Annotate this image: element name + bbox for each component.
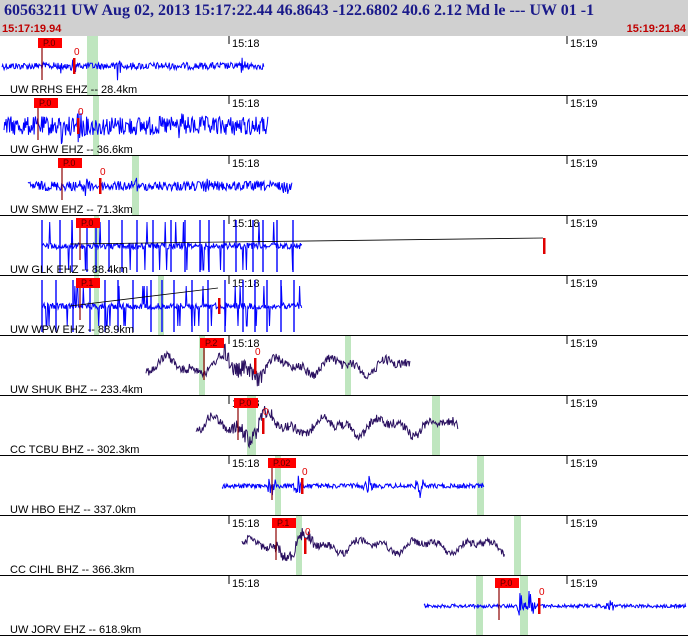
minute-label: 15:19 (570, 38, 598, 50)
channel-row[interactable]: 15:18 15:19P.1UW WPW EHZ -- 88.9km (0, 276, 688, 336)
channel-row[interactable]: 15:18 15:19 P.0 0 UW SMW EHZ -- 71.3km (0, 156, 688, 216)
channel-row[interactable]: 15:1815:19P.00CC TCBU BHZ -- 302.3km (0, 396, 688, 456)
amplitude-pick-tick[interactable] (538, 598, 541, 614)
phase-pick-label: P.0 (500, 578, 512, 588)
amplitude-pick-marker: 0 (302, 467, 308, 478)
minute-label: 15:18 (232, 98, 260, 110)
minute-label: 15:18 (232, 38, 260, 50)
amplitude-pick-tick[interactable] (77, 118, 80, 134)
window-end-time: 15:19:21.84 (626, 23, 686, 35)
window-start-time: 15:17:19.94 (2, 23, 62, 35)
channel-row[interactable]: 15:18 15:19 P.0 0 UW GHW EHZ -- 36.6km (0, 96, 688, 156)
station-label: UW RRHS EHZ -- 28.4km (10, 84, 137, 96)
phase-pick-label: P.0 (43, 38, 55, 48)
minute-label: 15:19 (570, 458, 598, 470)
minute-label: 15:19 (570, 578, 598, 590)
amplitude-pick-marker: 0 (255, 347, 261, 358)
amplitude-pick-tick[interactable] (262, 418, 265, 434)
minute-label: 15:18 (232, 458, 260, 470)
phase-pick-label: P.0 (81, 218, 93, 228)
amplitude-pick-tick[interactable] (73, 58, 76, 74)
amplitude-pick-tick[interactable] (99, 178, 102, 194)
amplitude-pick-tick[interactable] (254, 358, 257, 374)
station-label: UW SMW EHZ -- 71.3km (10, 204, 133, 216)
waveform-trace (41, 285, 303, 327)
station-label: UW WPW EHZ -- 88.9km (10, 324, 134, 336)
minute-label: 15:19 (570, 218, 598, 230)
amplitude-pick-marker: 0 (305, 527, 311, 538)
minute-label: 15:19 (570, 518, 598, 530)
station-label: CC CIHL BHZ -- 366.3km (10, 564, 134, 576)
waveform-trace (3, 110, 269, 144)
minute-label: 15:19 (570, 338, 598, 350)
station-label: CC TCBU BHZ -- 302.3km (10, 444, 139, 456)
waveform-trace (1, 57, 265, 81)
seismogram-viewer: 60563211 UW Aug 02, 2013 15:17:22.44 46.… (0, 0, 688, 638)
event-header: 60563211 UW Aug 02, 2013 15:17:22.44 46.… (0, 0, 688, 36)
channel-row[interactable]: 15:18 15:19 P.0 0 UW JORV EHZ -- 618.9km (0, 576, 688, 636)
phase-pick-label: P.1 (81, 278, 93, 288)
pick-window-band (514, 516, 521, 576)
waveform-trace (145, 343, 411, 387)
amplitude-pick-marker: 0 (100, 167, 106, 178)
waveform-trace (241, 528, 505, 562)
channel-row[interactable]: 15:18 15:19 P.1 0 CC CIHL BHZ -- 366.3km (0, 516, 688, 576)
minute-label: 15:18 (232, 578, 260, 590)
amplitude-pick-marker: 0 (539, 587, 545, 598)
minute-label: 15:18 (232, 158, 260, 170)
amplitude-connector (69, 237, 544, 245)
station-label: UW GLK EHZ -- 88.4km (10, 264, 128, 276)
phase-pick-label: P.0 (63, 158, 75, 168)
station-label: UW JORV EHZ -- 618.9km (10, 624, 141, 636)
event-summary-title: 60563211 UW Aug 02, 2013 15:17:22.44 46.… (4, 2, 595, 19)
station-label: UW GHW EHZ -- 36.6km (10, 144, 133, 156)
minute-label: 15:19 (570, 278, 598, 290)
waveform-trace (423, 590, 687, 616)
amplitude-pick-marker: 0 (78, 107, 84, 118)
pick-window-band (432, 396, 440, 456)
station-label: UW HBO EHZ -- 337.0km (10, 504, 136, 516)
waveform-trace (221, 475, 485, 498)
channel-row[interactable]: 15:18 15:19P.0UW GLK EHZ -- 88.4km (0, 216, 688, 276)
amplitude-pick-tick[interactable] (304, 538, 307, 554)
amplitude-pick-tick[interactable] (218, 298, 221, 314)
waveform-trace (27, 177, 293, 197)
amplitude-pick-tick[interactable] (543, 238, 546, 254)
phase-pick-label: P.1 (277, 518, 289, 528)
minute-label: 15:19 (570, 398, 598, 410)
channel-row[interactable]: 15:18 15:19P.20UW SHUK BHZ -- 233.4km (0, 336, 688, 396)
phase-pick-label: P.0 (239, 398, 251, 408)
waveform-trace (195, 406, 459, 449)
minute-label: 15:18 (232, 518, 260, 530)
amplitude-pick-marker: 0 (74, 47, 80, 58)
waveform-panel[interactable]: 15:18 15:19P.00UW RRHS EHZ -- 28.4km15:18… (0, 36, 688, 638)
phase-pick-label: P.02 (273, 458, 290, 468)
amplitude-pick-marker: 0 (263, 407, 269, 418)
phase-pick-label: P.0 (39, 98, 51, 108)
pick-window-band (296, 516, 302, 576)
minute-label: 15:19 (570, 98, 598, 110)
channel-row[interactable]: 15:18 15:19 P.0 0 UW RRHS EHZ -- 28.4km (0, 36, 688, 96)
channel-row[interactable]: 15:18 15:19 P.02 0 UW HBO EHZ -- 337.0km (0, 456, 688, 516)
amplitude-pick-tick[interactable] (301, 478, 304, 494)
station-label: UW SHUK BHZ -- 233.4km (10, 384, 143, 396)
minute-label: 15:19 (570, 158, 598, 170)
phase-pick-label: P.2 (205, 338, 217, 348)
